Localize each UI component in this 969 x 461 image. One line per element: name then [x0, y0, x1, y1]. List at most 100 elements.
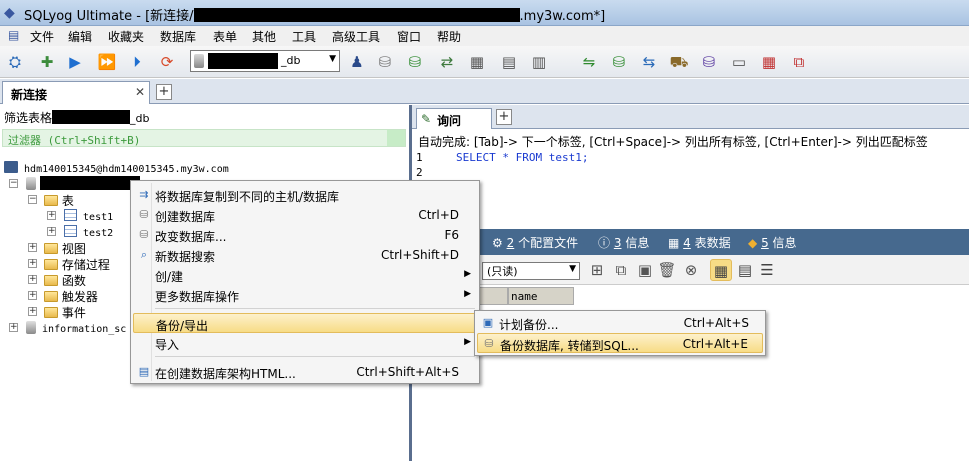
filter-end-cap — [387, 130, 405, 146]
tree-folder-functions[interactable]: 函数 — [44, 272, 86, 289]
grid-corner — [478, 287, 508, 305]
collapse-icon[interactable]: − — [9, 179, 18, 188]
schema-html-icon: ▤ — [138, 365, 150, 378]
tab-profiles[interactable]: ⚙ 2 个配置文件 — [492, 234, 578, 251]
query-tab-strip: ✎ 询问 + — [412, 105, 969, 129]
readonly-value: (只读) — [487, 265, 518, 278]
insert-row-icon[interactable]: ⊞ — [586, 259, 608, 281]
table-data-icon[interactable]: ⇄ — [436, 51, 458, 73]
tree-server-node[interactable]: hdm140015345@hdm140015345.my3w.com — [4, 161, 229, 175]
visual-designer-icon[interactable]: ⧉ — [788, 51, 810, 73]
collapse-icon[interactable]: − — [28, 195, 37, 204]
sql-scheduler-icon[interactable]: ⛟ — [668, 51, 690, 73]
menu-window[interactable]: 窗口 — [397, 28, 421, 45]
menu-file[interactable]: 文件 — [30, 28, 54, 45]
menu-item-import[interactable]: 导入 ▶ — [133, 333, 477, 353]
schedule-backup-icon: ▣ — [482, 316, 494, 329]
add-query-tab-button[interactable]: + — [496, 109, 512, 125]
tab-label: 新连接 — [11, 88, 48, 102]
expand-icon[interactable]: + — [9, 323, 18, 332]
tree-table-test1[interactable]: test1 — [64, 209, 113, 223]
tree-folder-triggers[interactable]: 触发器 — [44, 288, 98, 305]
import-external-icon[interactable]: ⇆ — [638, 51, 660, 73]
menu-item-alter-database[interactable]: ⛁ 改变数据库... F6 — [133, 225, 477, 245]
menu-item-backup-export[interactable]: 备份/导出 — [133, 313, 477, 333]
tab-info[interactable]: ◆ 5 信息 — [748, 234, 797, 251]
tree-db-node[interactable]: _ — [26, 176, 146, 191]
tab-messages[interactable]: ⓘ 3 信息 — [598, 234, 649, 251]
result-tabs: ⚙ 2 个配置文件 ⓘ 3 信息 ▦ 4 表数据 ◆ 5 信息 — [412, 229, 969, 255]
menu-edit[interactable]: 编辑 — [68, 28, 92, 45]
sqlyog-app-icon: ◆ — [4, 5, 15, 21]
menu-table[interactable]: 表单 — [213, 28, 237, 45]
duplicate-row-icon[interactable]: ⧉ — [610, 259, 632, 281]
tree-folder-events[interactable]: 事件 — [44, 304, 86, 321]
table-edit-icon[interactable]: ▤ — [498, 51, 520, 73]
redacted-db-name — [208, 53, 278, 69]
new-connection-icon[interactable]: ⛭ — [4, 51, 26, 73]
info-icon: ⓘ — [598, 236, 611, 250]
expand-icon[interactable]: + — [28, 291, 37, 300]
menu-item-label: 更多数据库操作 — [155, 290, 240, 304]
filter-input[interactable]: 过滤器 (Ctrl+Shift+B) — [2, 129, 406, 147]
menu-app-icon[interactable]: ▤ — [8, 28, 19, 42]
tree-folder-tables[interactable]: 表 — [44, 192, 74, 209]
table-view-icon[interactable]: ▦ — [466, 51, 488, 73]
expand-icon[interactable]: + — [47, 211, 56, 220]
tree-db-information-schema[interactable]: information_sc — [26, 321, 126, 335]
schema-sync-icon[interactable]: ⛁ — [608, 51, 630, 73]
readonly-select[interactable]: (只读) ▼ — [482, 262, 580, 280]
grid-view-icon[interactable]: ▦ — [710, 259, 732, 281]
menu-item-scheduled-backup[interactable]: ▣ 计划备份... Ctrl+Alt+S — [477, 313, 763, 333]
query-builder-icon[interactable]: ▭ — [728, 51, 750, 73]
close-icon[interactable]: ✕ — [135, 85, 145, 99]
db-backup-icon[interactable]: ⛁ — [374, 51, 396, 73]
tab-query[interactable]: ✎ 询问 — [416, 108, 492, 129]
expand-icon[interactable]: + — [28, 307, 37, 316]
data-sync-icon[interactable]: ⇋ — [578, 51, 600, 73]
refresh-icon[interactable]: ⟳ — [156, 51, 178, 73]
expand-icon[interactable]: + — [28, 243, 37, 252]
menu-database[interactable]: 数据库 — [160, 28, 196, 45]
cancel-icon[interactable]: ⊗ — [680, 259, 702, 281]
table-structure-icon[interactable]: ▥ — [528, 51, 550, 73]
menu-help[interactable]: 帮助 — [437, 28, 461, 45]
form-view-icon[interactable]: ▤ — [734, 259, 756, 281]
db-import-icon[interactable]: ⛁ — [404, 51, 426, 73]
menu-item-more-db-ops[interactable]: 更多数据库操作 ▶ — [133, 285, 477, 305]
menu-favorites[interactable]: 收藏夹 — [108, 28, 144, 45]
stop-icon[interactable]: ⏵ — [126, 51, 148, 73]
menu-other[interactable]: 其他 — [252, 28, 276, 45]
expand-icon[interactable]: + — [28, 259, 37, 268]
column-header-name[interactable]: name — [508, 287, 574, 305]
execute-query-icon[interactable]: ▶ — [64, 51, 86, 73]
user-manager-icon[interactable]: ♟ — [346, 51, 368, 73]
sql-editor[interactable]: 1 2 SELECT * FROM test1; — [412, 149, 969, 227]
tab-new-connection[interactable]: 新连接 ✕ — [2, 81, 150, 104]
tree-table-test2[interactable]: test2 — [64, 225, 113, 239]
menu-item-schema-html[interactable]: ▤ 在创建数据库架构HTML... Ctrl+Shift+Alt+S — [133, 362, 477, 382]
menu-item-create-database[interactable]: ⛁ 创建数据库 Ctrl+D — [133, 205, 477, 225]
menu-item-data-search[interactable]: ⌕ 新数据搜索 Ctrl+Shift+D — [133, 245, 477, 265]
text-view-icon[interactable]: ☰ — [756, 259, 778, 281]
delete-icon[interactable]: 🗑 — [656, 259, 678, 281]
tree-folder-views[interactable]: 视图 — [44, 240, 86, 257]
menu-item-create[interactable]: 创/建 ▶ — [133, 265, 477, 285]
menu-item-backup-to-sql[interactable]: ⛁ 备份数据库, 转储到SQL... Ctrl+Alt+E — [477, 333, 763, 353]
schema-designer-icon[interactable]: ▦ — [758, 51, 780, 73]
notifications-icon[interactable]: ⛁ — [698, 51, 720, 73]
tab-table-data[interactable]: ▦ 4 表数据 — [668, 234, 731, 251]
menu-tools[interactable]: 工具 — [292, 28, 316, 45]
menu-advanced-tools[interactable]: 高级工具 — [332, 28, 380, 45]
menu-item-copy-database[interactable]: ⇉ 将数据库复制到不同的主机/数据库 — [133, 185, 477, 205]
title-bar: ◆ SQLyog Ultimate - [新连接/ .my3w.com*] — [0, 0, 969, 26]
add-connection-tab-button[interactable]: + — [156, 84, 172, 100]
menu-item-label: 在创建数据库架构HTML... — [155, 367, 296, 381]
execute-all-icon[interactable]: ⏩ — [96, 51, 118, 73]
new-connection-plus-icon[interactable]: ✚ — [36, 51, 58, 73]
database-select[interactable]: _db ▼ — [190, 50, 340, 72]
save-icon[interactable]: ▣ — [634, 259, 656, 281]
expand-icon[interactable]: + — [47, 227, 56, 236]
tree-folder-procedures[interactable]: 存储过程 — [44, 256, 110, 273]
expand-icon[interactable]: + — [28, 275, 37, 284]
